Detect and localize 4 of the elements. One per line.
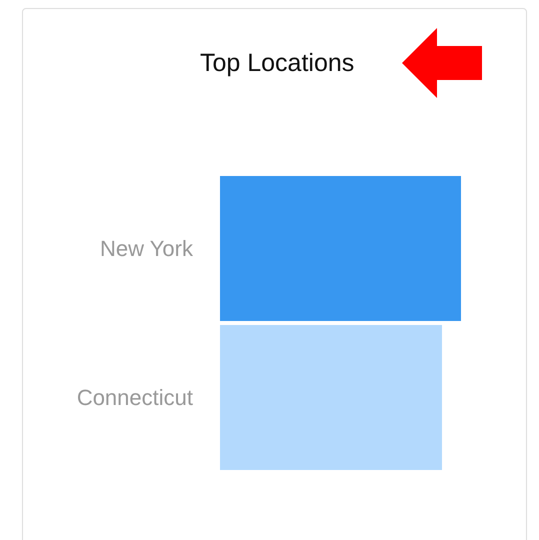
location-label: New York xyxy=(99,236,193,262)
card-title: Top Locations xyxy=(200,48,354,78)
arrow-icon xyxy=(402,28,482,98)
location-label: Connecticut xyxy=(76,384,193,410)
